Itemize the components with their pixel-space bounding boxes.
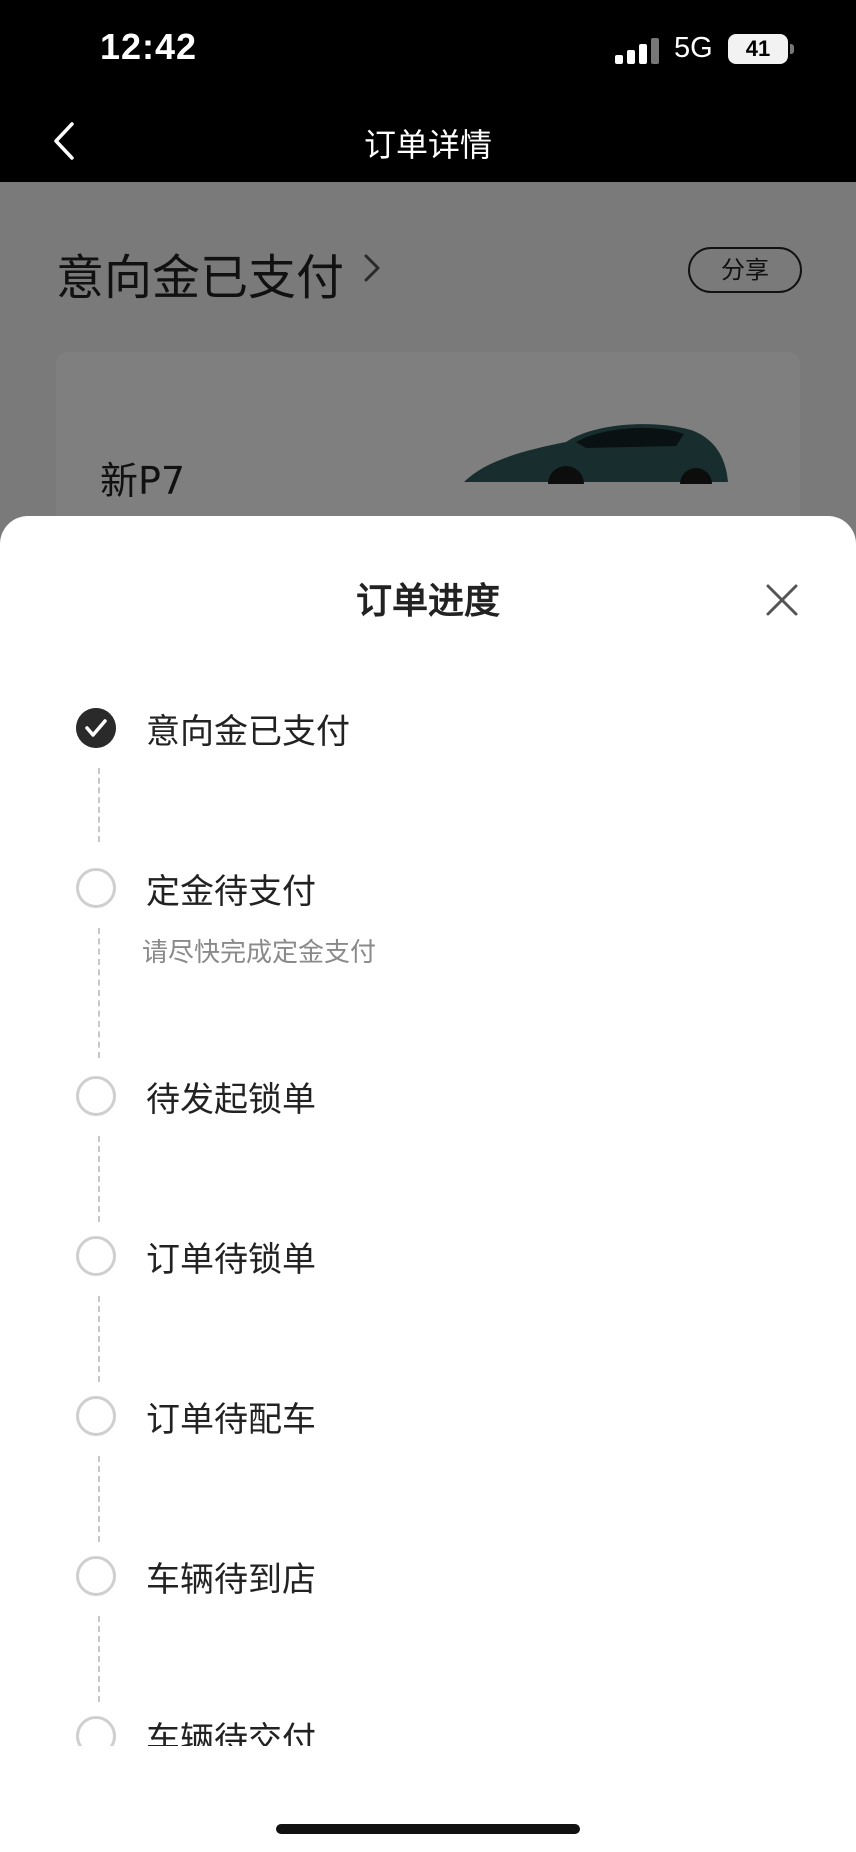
- step-connector: [98, 1456, 100, 1542]
- network-type: 5G: [674, 32, 713, 64]
- pending-circle-icon: [76, 1076, 116, 1116]
- checkmark-icon: [76, 708, 116, 748]
- step-label: 意向金已支付: [146, 712, 350, 752]
- step-label: 订单待锁单: [146, 1240, 316, 1280]
- pending-circle-icon: [76, 1716, 116, 1746]
- step-connector: [98, 1616, 100, 1702]
- signal-icon: [615, 38, 659, 64]
- pending-circle-icon: [76, 1236, 116, 1276]
- step-connector: [98, 928, 100, 1058]
- step-connector: [98, 768, 100, 842]
- step-label: 车辆待到店: [146, 1560, 316, 1600]
- pending-circle-icon: [76, 868, 116, 908]
- step-hint: 请尽快完成定金支付: [142, 938, 377, 968]
- pending-circle-icon: [76, 1396, 116, 1436]
- pending-circle-icon: [76, 1556, 116, 1596]
- status-bar: 12:42 5G 41: [0, 0, 856, 100]
- step-label: 订单待配车: [146, 1400, 316, 1440]
- battery-tip: [790, 44, 794, 54]
- home-indicator[interactable]: [276, 1824, 580, 1834]
- step-connector: [98, 1136, 100, 1222]
- nav-bar: 订单详情: [0, 100, 856, 182]
- page-title: 订单详情: [363, 126, 492, 164]
- status-time: 12:42: [100, 26, 198, 67]
- progress-list: 意向金已支付 定金待支付 请尽快完成定金支付 待发起锁单 订单待锁单 订单待配车…: [0, 516, 856, 1746]
- step-label: 待发起锁单: [146, 1080, 316, 1120]
- order-progress-sheet: 订单进度 意向金已支付 定金待支付 请尽快完成定金支付 待发起锁单 订单待锁单 …: [0, 516, 856, 1852]
- step-connector: [98, 1296, 100, 1382]
- step-label: 车辆待交付: [146, 1720, 316, 1746]
- step-label: 定金待支付: [146, 872, 316, 912]
- battery-icon: 41: [728, 34, 788, 64]
